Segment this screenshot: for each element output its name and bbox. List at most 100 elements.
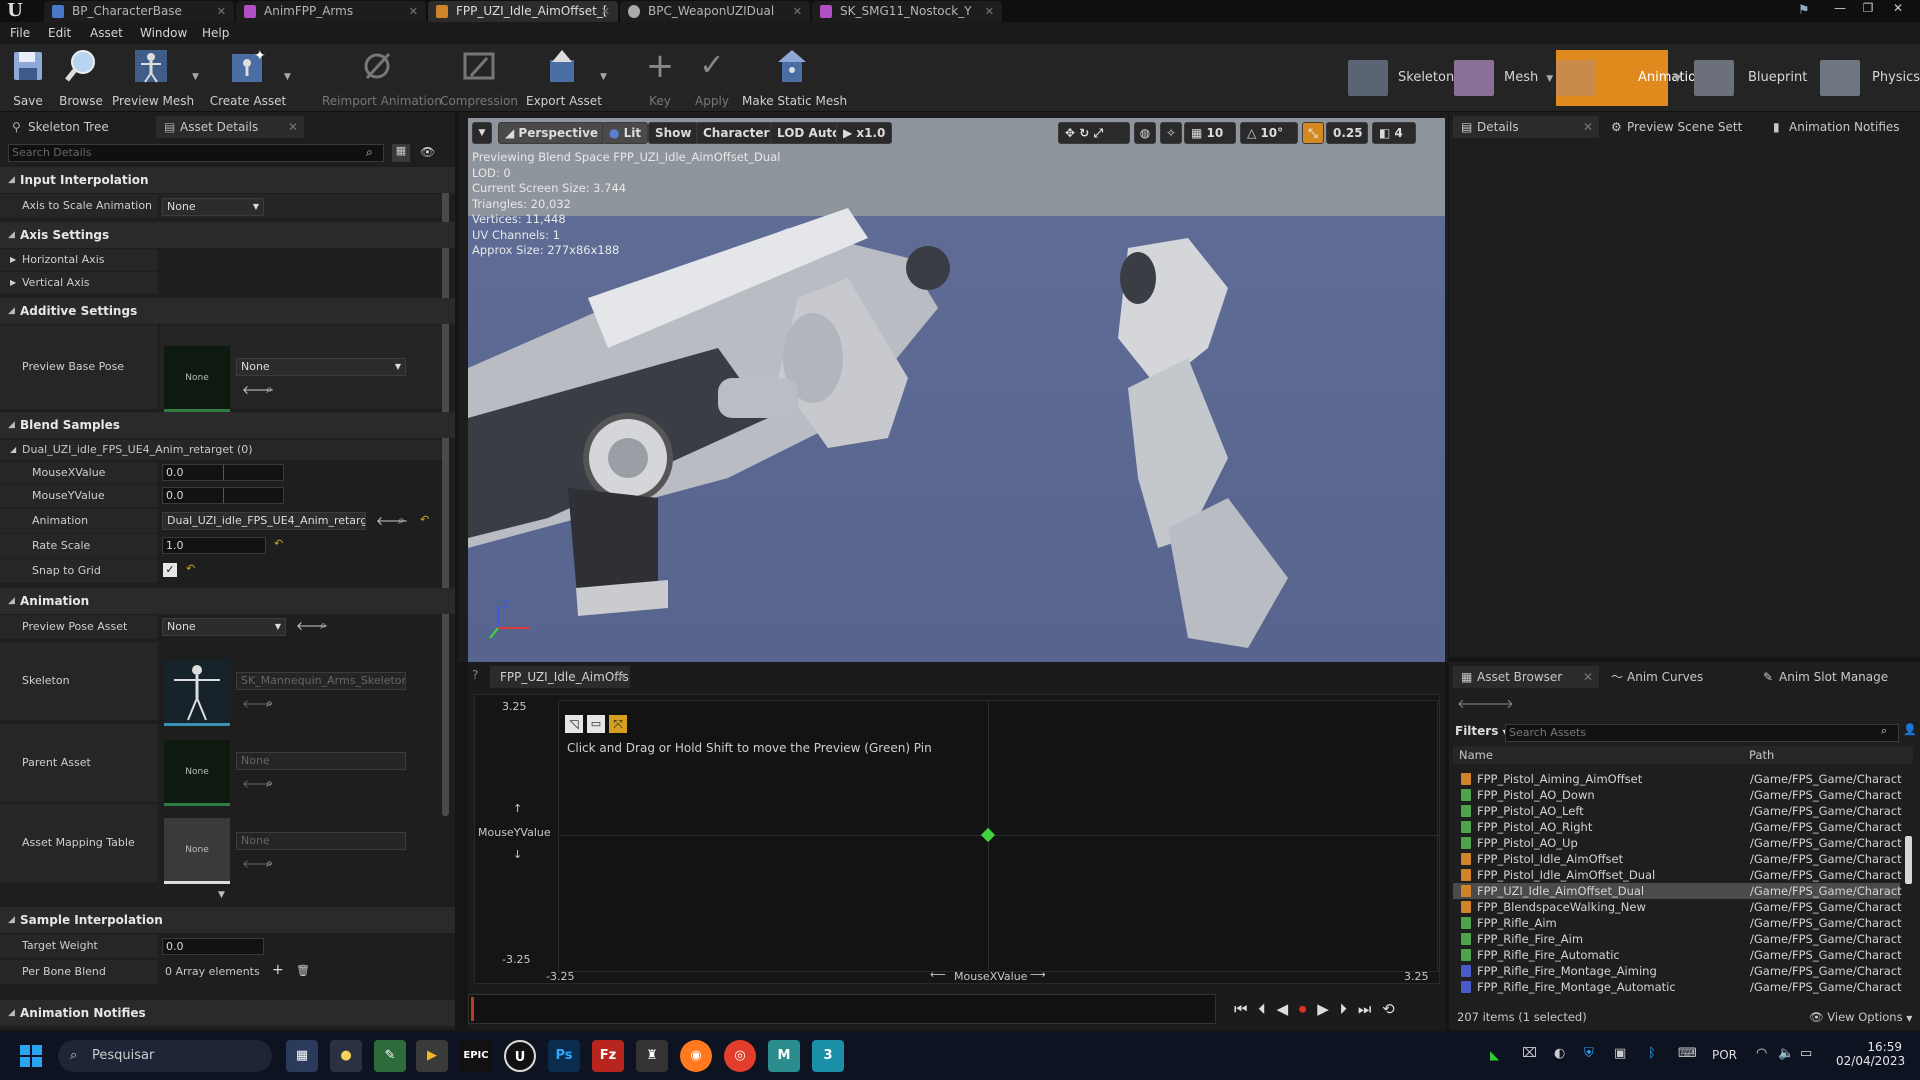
asset-row[interactable]: FPP_Rifle_Fire_Aim/Game/FPS_Game/Charact (1453, 931, 1902, 947)
viewport-options-dropdown[interactable]: ▼ (472, 122, 492, 144)
asset-row[interactable]: FPP_Pistol_AO_Right/Game/FPS_Game/Charac… (1453, 819, 1902, 835)
preview-mesh-dropdown-icon[interactable]: ▼ (192, 72, 199, 82)
mousex-field[interactable]: 0.0 (162, 464, 284, 481)
asset-row[interactable]: FPP_Pistol_Aiming_AimOffset/Game/FPS_Gam… (1453, 771, 1902, 787)
chrome-icon[interactable]: ◎ (724, 1040, 756, 1072)
close-icon[interactable]: ✕ (288, 116, 298, 138)
battery-icon[interactable]: ▭ (1800, 1046, 1812, 1061)
tab-animation-notifies[interactable]: ▮ Animation Notifies (1765, 116, 1920, 138)
browse-magnifier-icon[interactable]: ⌕ (320, 618, 327, 633)
menu-asset[interactable]: Asset (90, 22, 123, 44)
target-weight-field[interactable]: 0.0 (162, 938, 264, 955)
surface-snap-icon[interactable]: ✧ (1160, 122, 1182, 144)
step-forward-icon[interactable]: ⏵ (1340, 1000, 1348, 1018)
mode-physics-button[interactable]: Physics (1820, 50, 1920, 106)
skeleton-dropdown[interactable]: SK_Mannequin_Arms_Skeleton (236, 672, 406, 690)
reset-to-default-icon[interactable]: ↶ (420, 513, 429, 526)
asset-row[interactable]: FPP_Pistol_AO_Left/Game/FPS_Game/Charact (1453, 803, 1902, 819)
tab-fpp-uzi-idle-aimoffset[interactable]: FPP_UZI_Idle_AimOffset_[✕ (428, 1, 618, 22)
name-column-header[interactable]: Name (1459, 746, 1493, 764)
property-matrix-icon[interactable]: ▦ (392, 144, 410, 162)
asset-row[interactable]: FPP_Rifle_Aim/Game/FPS_Game/Charact (1453, 915, 1902, 931)
keyboard-icon[interactable]: ⌨ (1678, 1046, 1697, 1061)
animation-dropdown-icon[interactable]: ▼ (1674, 74, 1681, 84)
browse-magnifier-icon[interactable]: ⌕ (266, 856, 273, 871)
grid-snap-button[interactable]: ▦ 10 (1184, 122, 1236, 144)
asset-list-scrollbar[interactable] (1905, 836, 1912, 884)
category-animation-notifies[interactable]: ◢ Animation Notifies (0, 1000, 455, 1026)
create-asset-dropdown-icon[interactable]: ▼ (284, 72, 291, 82)
minimize-button[interactable]: — (1826, 0, 1854, 16)
unreal-engine-icon[interactable]: U (504, 1040, 536, 1072)
show-triangulation-icon[interactable]: ◹ (565, 715, 583, 733)
mode-blueprint-button[interactable]: Blueprint▼ (1694, 50, 1832, 106)
usb-tray-icon[interactable]: ⌧ (1522, 1046, 1537, 1061)
clock[interactable]: 16:59 02/04/2023 (1836, 1040, 1905, 1068)
loop-icon[interactable]: ⟲ (1382, 1000, 1395, 1018)
category-axis-settings[interactable]: ◢ Axis Settings (0, 222, 455, 248)
reset-to-default-icon[interactable]: ↶ (274, 537, 283, 550)
tab-anim-slot-manager[interactable]: ✎ Anim Slot Manage (1755, 666, 1920, 688)
perspective-button[interactable]: ◢ Perspective (498, 122, 606, 144)
windows-start-icon[interactable] (20, 1045, 42, 1067)
skip-to-start-icon[interactable]: ⏮ (1234, 1000, 1248, 1018)
fit-view-icon[interactable]: ⤧ (609, 715, 627, 733)
vertical-axis-row[interactable]: ▶ Vertical Axis (0, 272, 158, 294)
tab-blendspace[interactable]: FPP_UZI_Idle_AimOffs ✕ (490, 666, 630, 688)
asset-row[interactable]: FPP_UZI_Idle_AimOffset_Dual/Game/FPS_Gam… (1453, 883, 1902, 899)
timeline-scrubber[interactable] (468, 994, 1216, 1024)
preview-base-pose-dropdown[interactable]: None ▼ (236, 358, 406, 376)
menu-window[interactable]: Window (140, 22, 187, 44)
close-icon[interactable]: ✕ (601, 1, 610, 22)
skip-to-end-icon[interactable]: ⏭ (1358, 1000, 1372, 1018)
visibility-eye-icon[interactable]: 👁 (420, 145, 435, 159)
volume-icon[interactable]: 🔈 (1778, 1046, 1794, 1061)
delete-trash-icon[interactable]: 🗑 (296, 964, 310, 977)
parent-asset-thumbnail[interactable]: None (164, 740, 230, 806)
category-input-interpolation[interactable]: ◢ Input Interpolation (0, 167, 455, 193)
search-details-input[interactable]: Search Details (8, 144, 384, 162)
asset-row[interactable]: FPP_Rifle_Fire_Automatic/Game/FPS_Game/C… (1453, 947, 1902, 963)
snap-to-grid-checkbox[interactable]: ✓ (163, 563, 177, 577)
close-icon[interactable]: ✕ (985, 1, 994, 22)
blendspace-grid[interactable]: ◹ ▭ ⤧ Click and Drag or Hold Shift to mo… (558, 700, 1439, 973)
search-assets-input[interactable]: Search Assets (1505, 724, 1899, 742)
mode-animation-button[interactable]: Animation (1556, 50, 1704, 106)
maya-icon[interactable]: M (768, 1040, 800, 1072)
asset-row[interactable]: FPP_Pistol_AO_Down/Game/FPS_Game/Charact (1453, 787, 1902, 803)
create-asset-button[interactable]: ✦ Create Asset (208, 48, 288, 108)
browse-button[interactable]: Browse (56, 48, 106, 108)
save-button[interactable]: Save (8, 48, 48, 108)
media-player-icon[interactable]: ▶ (416, 1040, 448, 1072)
filters-button[interactable]: Filters ▼ (1455, 724, 1509, 738)
playhead[interactable] (471, 997, 474, 1021)
help-icon[interactable]: ? (472, 668, 478, 682)
browse-magnifier-icon[interactable]: ⌕ (266, 776, 273, 791)
playback-speed-button[interactable]: ▶ x1.0 (836, 122, 893, 144)
apply-button[interactable]: ✓ Apply (692, 48, 732, 108)
forward-arrow-icon[interactable]: 🡒 (1479, 696, 1514, 712)
step-back-icon[interactable]: ⏴ (1258, 1000, 1266, 1018)
skeleton-thumbnail[interactable] (164, 660, 230, 726)
rotate-icon[interactable]: ↻ (1079, 126, 1089, 140)
menu-help[interactable]: Help (202, 22, 229, 44)
menu-file[interactable]: File (10, 22, 30, 44)
notepad-app-icon[interactable]: ✎ (374, 1040, 406, 1072)
tab-sk-smg11[interactable]: SK_SMG11_Nostock_Y ✕ (812, 1, 1002, 22)
close-icon[interactable]: ✕ (793, 1, 802, 22)
preview-pin-marker[interactable] (980, 827, 996, 843)
mode-skeleton-button[interactable]: Skeleton (1348, 50, 1454, 106)
preview-base-pose-thumbnail[interactable]: None (164, 346, 230, 412)
mode-mesh-button[interactable]: Mesh ▼ (1454, 50, 1553, 106)
close-icon[interactable]: ✕ (1583, 116, 1593, 138)
tab-bpc-weaponuzidual[interactable]: BPC_WeaponUZIDual ✕ (620, 1, 810, 22)
bluetooth-icon[interactable]: ᛒ (1648, 1046, 1656, 1061)
menu-edit[interactable]: Edit (48, 22, 71, 44)
export-asset-button[interactable]: Export Asset (526, 48, 602, 108)
maximize-button[interactable]: ❐ (1854, 0, 1882, 16)
person-icon[interactable]: 👤 (1903, 723, 1917, 736)
world-local-icon[interactable]: ◍ (1134, 122, 1156, 144)
add-element-icon[interactable]: + (272, 962, 284, 978)
unreal-logo-icon[interactable]: U (0, 0, 30, 22)
idea-app-icon[interactable]: ● (330, 1040, 362, 1072)
